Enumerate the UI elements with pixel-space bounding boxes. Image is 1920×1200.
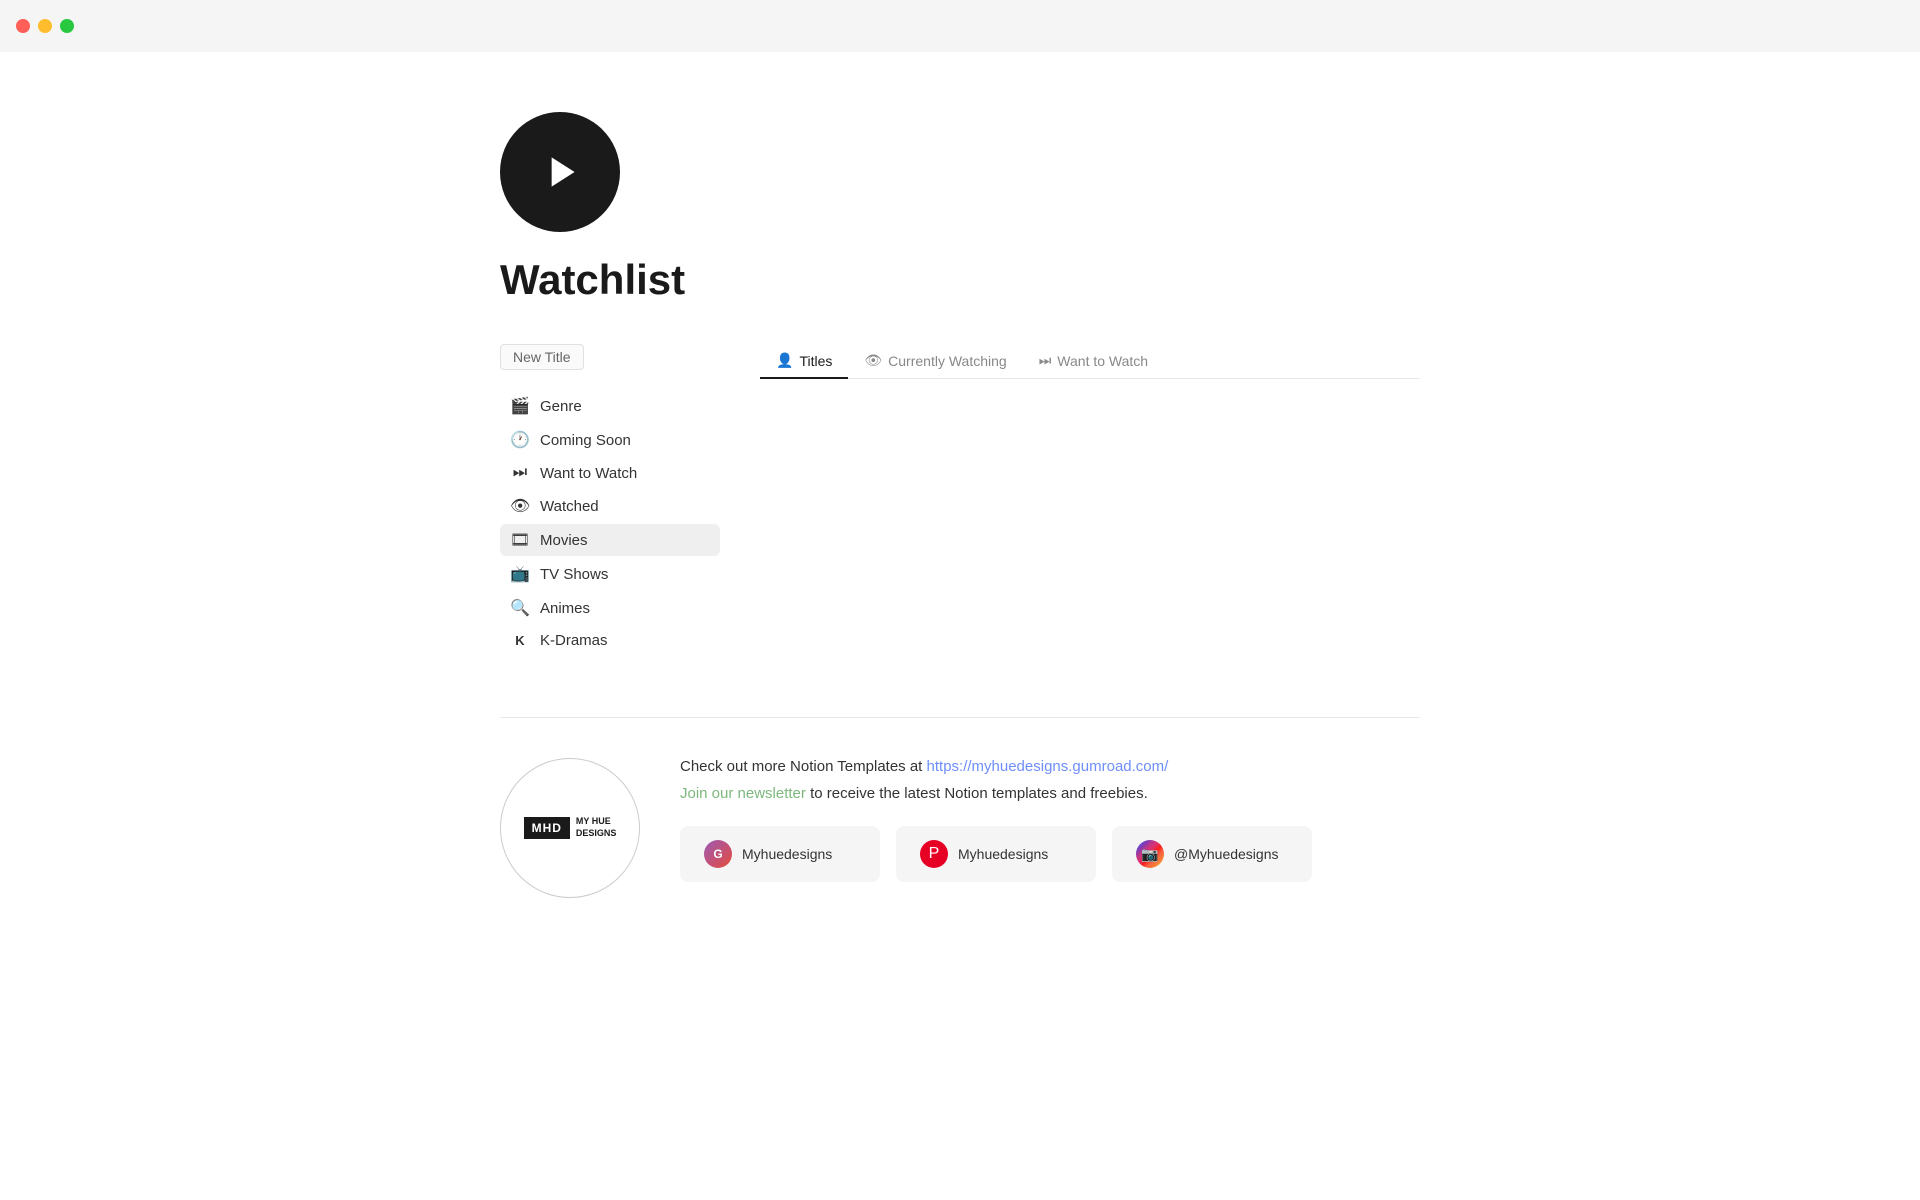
main-content: 👤 Titles 👁 Currently Watching ⏭ Want to … — [760, 344, 1420, 603]
maximize-button[interactable] — [60, 19, 74, 33]
pinterest-icon: P — [920, 840, 948, 868]
bottom-content: Check out more Notion Templates at https… — [680, 758, 1420, 882]
brand-logo: MHD MY HUE DESIGNS — [500, 758, 640, 898]
sidebar-item-label: Coming Soon — [540, 432, 631, 449]
watched-icon: 👁 — [510, 496, 530, 516]
tabs-bar: 👤 Titles 👁 Currently Watching ⏭ Want to … — [760, 344, 1420, 379]
newsletter-text: Join our newsletter to receive the lates… — [680, 785, 1420, 802]
gumroad-icon: G — [704, 840, 732, 868]
tab-label: Want to Watch — [1057, 353, 1148, 369]
genre-icon: 🎬 — [510, 396, 530, 416]
tv-shows-icon: 📺 — [510, 564, 530, 584]
instagram-label: @Myhuedesigns — [1174, 846, 1279, 862]
k-dramas-icon: K — [510, 633, 530, 648]
social-card-gumroad[interactable]: G Myhuedesigns — [680, 826, 880, 882]
bottom-description: Check out more Notion Templates at https… — [680, 758, 1420, 775]
social-card-pinterest[interactable]: P Myhuedesigns — [896, 826, 1096, 882]
content-layout: New Title 🎬 Genre 🕐 Coming Soon ⏭ Want t… — [500, 344, 1420, 657]
play-icon — [535, 147, 585, 197]
social-card-instagram[interactable]: 📷 @Myhuedesigns — [1112, 826, 1312, 882]
gumroad-label: Myhuedesigns — [742, 846, 832, 862]
sidebar-item-k-dramas[interactable]: K K-Dramas — [500, 626, 720, 655]
animes-icon: 🔍 — [510, 598, 530, 618]
instagram-icon: 📷 — [1136, 840, 1164, 868]
brand-abbr: MHD — [524, 817, 570, 839]
want-to-watch-icon: ⏭ — [510, 464, 530, 482]
pinterest-label: Myhuedesigns — [958, 846, 1048, 862]
tab-label: Titles — [799, 353, 832, 369]
tab-content-area — [760, 403, 1420, 603]
sidebar-item-label: Movies — [540, 532, 588, 549]
coming-soon-icon: 🕐 — [510, 430, 530, 450]
sidebar-item-genre[interactable]: 🎬 Genre — [500, 390, 720, 422]
tab-label: Currently Watching — [888, 353, 1007, 369]
sidebar-item-label: K-Dramas — [540, 632, 608, 649]
tab-titles[interactable]: 👤 Titles — [760, 344, 848, 379]
brand-name: MY HUE DESIGNS — [576, 816, 617, 839]
social-links: G Myhuedesigns P Myhuedesigns 📷 @Myhuede… — [680, 826, 1420, 882]
bottom-section: MHD MY HUE DESIGNS Check out more Notion… — [500, 717, 1420, 898]
brand-logo-inner: MHD MY HUE DESIGNS — [524, 816, 617, 839]
close-button[interactable] — [16, 19, 30, 33]
new-title-button[interactable]: New Title — [500, 344, 584, 370]
currently-watching-tab-icon: 👁 — [864, 352, 882, 369]
sidebar-item-animes[interactable]: 🔍 Animes — [500, 592, 720, 624]
sidebar-item-label: Genre — [540, 398, 582, 415]
want-to-watch-tab-icon: ⏭ — [1039, 352, 1052, 369]
minimize-button[interactable] — [38, 19, 52, 33]
sidebar-item-label: Want to Watch — [540, 465, 637, 482]
titles-tab-icon: 👤 — [776, 352, 793, 369]
gumroad-link[interactable]: https://myhuedesigns.gumroad.com/ — [927, 758, 1169, 775]
sidebar-item-label: Animes — [540, 600, 590, 617]
page-icon — [500, 112, 620, 232]
sidebar-item-tv-shows[interactable]: 📺 TV Shows — [500, 558, 720, 590]
sidebar: New Title 🎬 Genre 🕐 Coming Soon ⏭ Want t… — [500, 344, 720, 657]
page-container: Watchlist New Title 🎬 Genre 🕐 Coming Soo… — [460, 52, 1460, 938]
sidebar-item-coming-soon[interactable]: 🕐 Coming Soon — [500, 424, 720, 456]
movies-icon: 🎞 — [510, 530, 530, 550]
newsletter-link[interactable]: Join our newsletter — [680, 785, 806, 802]
tab-want-to-watch[interactable]: ⏭ Want to Watch — [1023, 344, 1164, 379]
sidebar-item-label: Watched — [540, 498, 599, 515]
page-title: Watchlist — [500, 256, 1420, 304]
sidebar-item-watched[interactable]: 👁 Watched — [500, 490, 720, 522]
sidebar-item-want-to-watch[interactable]: ⏭ Want to Watch — [500, 458, 720, 488]
tab-currently-watching[interactable]: 👁 Currently Watching — [848, 344, 1022, 379]
sidebar-item-movies[interactable]: 🎞 Movies — [500, 524, 720, 556]
sidebar-item-label: TV Shows — [540, 566, 608, 583]
window-chrome — [0, 0, 1920, 52]
main-wrapper: Watchlist New Title 🎬 Genre 🕐 Coming Soo… — [0, 0, 1920, 938]
new-title-label: New Title — [513, 349, 571, 365]
